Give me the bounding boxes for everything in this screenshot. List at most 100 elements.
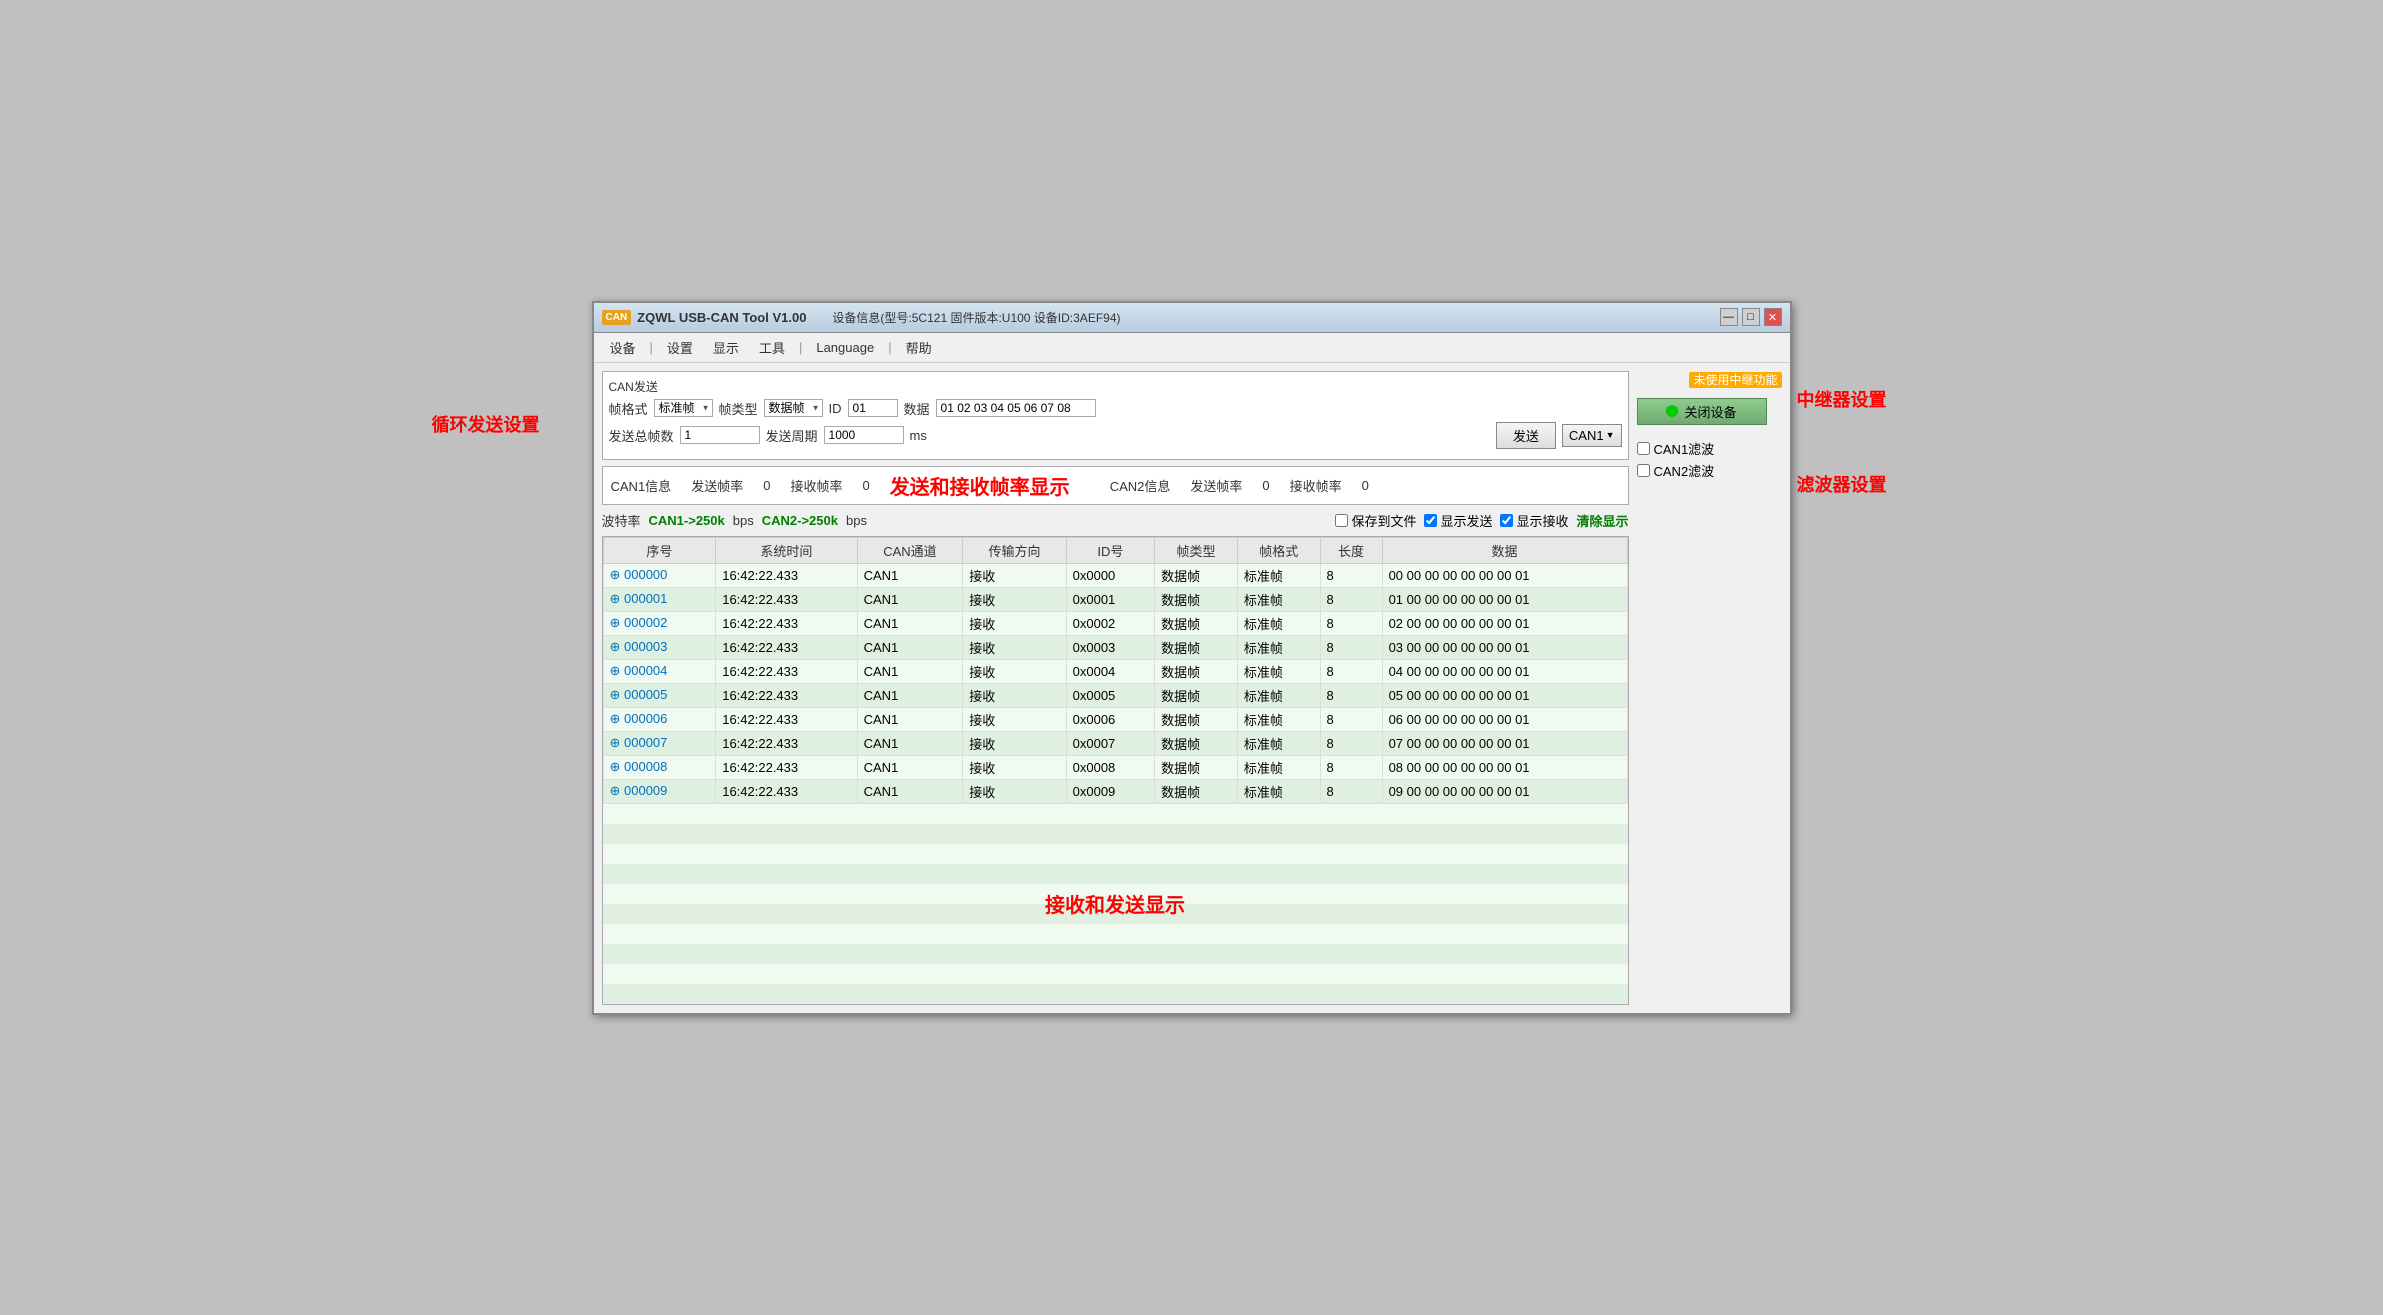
- table-row: ⊕ 00000216:42:22.433CAN1接收0x0002数据帧标准帧80…: [603, 611, 1627, 635]
- table-cell-2: CAN1: [857, 755, 963, 779]
- can2-send-rate-value: 0: [1262, 478, 1269, 493]
- table-cell-0: ⊕ 000003: [603, 635, 716, 659]
- table-cell-4: 0x0002: [1066, 611, 1155, 635]
- menu-device[interactable]: 设备: [602, 336, 644, 359]
- table-cell-0: ⊕ 000000: [603, 563, 716, 587]
- data-table: 序号 系统时间 CAN通道 传输方向 ID号 帧类型 帧格式 长度 数据: [603, 537, 1628, 804]
- table-cell-7: 8: [1320, 731, 1382, 755]
- relay-not-used-badge: 未使用中继功能: [1689, 372, 1781, 388]
- table-cell-8: 00 00 00 00 00 00 00 01: [1382, 563, 1627, 587]
- table-cell-1: 16:42:22.433: [716, 659, 857, 683]
- table-cell-6: 标准帧: [1237, 731, 1320, 755]
- table-cell-4: 0x0009: [1066, 779, 1155, 803]
- table-header-row: 序号 系统时间 CAN通道 传输方向 ID号 帧类型 帧格式 长度 数据: [603, 537, 1627, 563]
- header-data: 数据: [1382, 537, 1627, 563]
- table-cell-3: 接收: [963, 659, 1066, 683]
- table-cell-0: ⊕ 000004: [603, 659, 716, 683]
- close-device-label: 关闭设备: [1684, 402, 1736, 421]
- table-cell-8: 02 00 00 00 00 00 00 01: [1382, 611, 1627, 635]
- table-cell-4: 0x0008: [1066, 755, 1155, 779]
- table-cell-6: 标准帧: [1237, 587, 1320, 611]
- table-cell-3: 接收: [963, 683, 1066, 707]
- header-index: 序号: [603, 537, 716, 563]
- table-cell-8: 07 00 00 00 00 00 00 01: [1382, 731, 1627, 755]
- menu-sep1: |: [648, 340, 655, 355]
- show-send-check[interactable]: [1424, 514, 1437, 527]
- frame-type-label: 帧类型: [719, 399, 758, 418]
- table-row: ⊕ 00000916:42:22.433CAN1接收0x0009数据帧标准帧80…: [603, 779, 1627, 803]
- device-info: 设备信息(型号:5C121 固件版本:U100 设备ID:3AEF94): [832, 309, 1120, 326]
- title-bar-controls: — □ ✕: [1720, 308, 1782, 326]
- table-cell-0: ⊕ 000007: [603, 731, 716, 755]
- table-cell-6: 标准帧: [1237, 683, 1320, 707]
- send-count-input[interactable]: [680, 426, 760, 444]
- can2-recv-rate-label: 接收帧率: [1290, 476, 1342, 495]
- table-cell-7: 8: [1320, 611, 1382, 635]
- table-cell-3: 接收: [963, 779, 1066, 803]
- table-cell-7: 8: [1320, 683, 1382, 707]
- can-send-section: CAN发送 帧格式 标准帧 扩展帧 帧类型 数据帧: [602, 371, 1629, 460]
- table-cell-3: 接收: [963, 707, 1066, 731]
- table-cell-7: 8: [1320, 755, 1382, 779]
- maximize-button[interactable]: □: [1742, 308, 1760, 326]
- send-form-row2: 发送总帧数 发送周期 ms 发送 CAN1 ▼: [609, 422, 1622, 449]
- green-dot-icon: [1666, 405, 1678, 417]
- freq-display-label: 发送和接收帧率显示: [890, 471, 1070, 500]
- table-cell-4: 0x0004: [1066, 659, 1155, 683]
- menu-language[interactable]: Language: [808, 338, 882, 357]
- send-count-label: 发送总帧数: [609, 426, 674, 445]
- baud-label: 波特率: [602, 511, 641, 530]
- send-period-input[interactable]: [824, 426, 904, 444]
- title-bar: CAN ZQWL USB-CAN Tool V1.00 设备信息(型号:5C12…: [594, 303, 1790, 333]
- show-send-checkbox[interactable]: 显示发送: [1424, 511, 1492, 530]
- table-cell-5: 数据帧: [1155, 587, 1238, 611]
- can1-filter-label: CAN1滤波: [1654, 439, 1715, 458]
- can1-filter-check[interactable]: [1637, 442, 1650, 455]
- table-body: ⊕ 00000016:42:22.433CAN1接收0x0000数据帧标准帧80…: [603, 563, 1627, 803]
- minimize-button[interactable]: —: [1720, 308, 1738, 326]
- menu-tools[interactable]: 工具: [751, 336, 793, 359]
- can1-send-rate-value: 0: [763, 478, 770, 493]
- data-table-container: 序号 系统时间 CAN通道 传输方向 ID号 帧类型 帧格式 长度 数据: [602, 536, 1629, 1005]
- table-cell-8: 06 00 00 00 00 00 00 01: [1382, 707, 1627, 731]
- menu-display[interactable]: 显示: [705, 336, 747, 359]
- left-panel: CAN发送 帧格式 标准帧 扩展帧 帧类型 数据帧: [602, 371, 1629, 1005]
- can1-filter-item[interactable]: CAN1滤波: [1637, 439, 1782, 458]
- right-panel: 未使用中继功能 关闭设备 CAN1滤波 CAN2滤波: [1637, 371, 1782, 1005]
- show-recv-check[interactable]: [1500, 514, 1513, 527]
- table-cell-5: 数据帧: [1155, 779, 1238, 803]
- frame-type-select[interactable]: 数据帧 远程帧: [764, 399, 823, 417]
- send-button[interactable]: 发送: [1496, 422, 1556, 449]
- frame-format-select[interactable]: 标准帧 扩展帧: [654, 399, 713, 417]
- id-input[interactable]: [848, 399, 898, 417]
- table-cell-5: 数据帧: [1155, 731, 1238, 755]
- close-device-button[interactable]: 关闭设备: [1637, 398, 1767, 425]
- can1-send-rate-label: 发送帧率: [691, 476, 743, 495]
- bps-unit2: bps: [846, 513, 867, 528]
- show-recv-checkbox[interactable]: 显示接收: [1500, 511, 1568, 530]
- menu-help[interactable]: 帮助: [898, 336, 940, 359]
- close-button[interactable]: ✕: [1764, 308, 1782, 326]
- table-cell-1: 16:42:22.433: [716, 683, 857, 707]
- table-cell-2: CAN1: [857, 707, 963, 731]
- header-length: 长度: [1320, 537, 1382, 563]
- clear-display-button[interactable]: 清除显示: [1576, 511, 1628, 530]
- save-to-file-checkbox[interactable]: 保存到文件: [1335, 511, 1416, 530]
- data-input[interactable]: [936, 399, 1096, 417]
- app-title: ZQWL USB-CAN Tool V1.00: [637, 310, 806, 325]
- table-cell-6: 标准帧: [1237, 755, 1320, 779]
- can-info-section: CAN1信息 发送帧率 0 接收帧率 0 发送和接收帧率显示 CAN2信息 发送…: [602, 466, 1629, 505]
- table-cell-1: 16:42:22.433: [716, 779, 857, 803]
- table-cell-8: 09 00 00 00 00 00 00 01: [1382, 779, 1627, 803]
- can2-filter-check[interactable]: [1637, 464, 1650, 477]
- menu-settings[interactable]: 设置: [659, 336, 701, 359]
- table-row: ⊕ 00000816:42:22.433CAN1接收0x0008数据帧标准帧80…: [603, 755, 1627, 779]
- table-cell-0: ⊕ 000009: [603, 779, 716, 803]
- table-cell-2: CAN1: [857, 731, 963, 755]
- table-row: ⊕ 00000116:42:22.433CAN1接收0x0001数据帧标准帧80…: [603, 587, 1627, 611]
- save-to-file-check[interactable]: [1335, 514, 1348, 527]
- table-row: ⊕ 00000516:42:22.433CAN1接收0x0005数据帧标准帧80…: [603, 683, 1627, 707]
- id-label: ID: [829, 401, 842, 416]
- can-select-button[interactable]: CAN1 ▼: [1562, 424, 1622, 447]
- can2-filter-item[interactable]: CAN2滤波: [1637, 461, 1782, 480]
